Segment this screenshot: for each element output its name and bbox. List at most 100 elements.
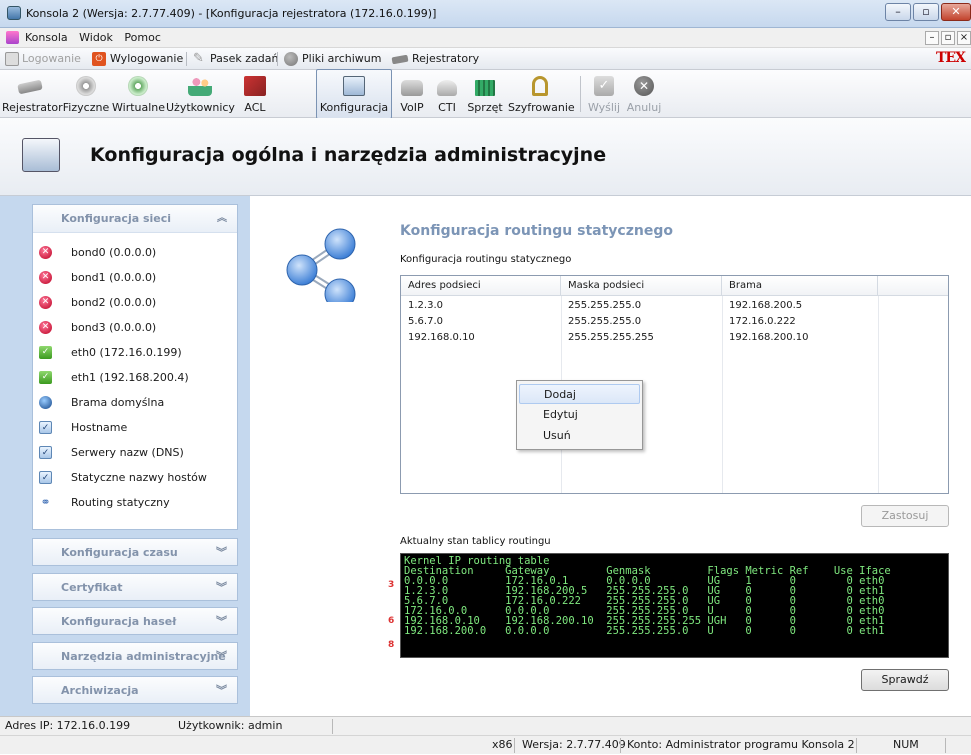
tool-wyslij[interactable]: ✓ Wyślij: [586, 70, 622, 118]
sidebar-section-certificate[interactable]: Certyfikat ︾: [32, 573, 238, 601]
tool-fizyczne[interactable]: Fizyczne: [62, 70, 110, 118]
minimize-button[interactable]: –: [885, 3, 911, 21]
config-icon: [343, 76, 365, 96]
tool-cti[interactable]: CTI: [432, 70, 462, 118]
page-title: Konfiguracja ogólna i narzędzia administ…: [90, 144, 607, 166]
tool-uzytkownicy[interactable]: Użytkownicy: [166, 70, 235, 118]
table-row[interactable]: 192.168.0.10 255.255.255.255 192.168.200…: [401, 331, 948, 344]
tool-rejestrator[interactable]: Rejestrator: [2, 70, 63, 118]
error-icon: ✕: [39, 246, 52, 259]
status-separator: [332, 719, 333, 734]
login-icon: [5, 52, 19, 66]
config-header-icon: [22, 138, 60, 172]
ok-check-icon: ✓: [39, 371, 52, 384]
tool-label: VoIP: [400, 101, 424, 114]
line-marker: 3: [388, 580, 395, 590]
check-button[interactable]: Sprawdź: [861, 669, 949, 691]
line-marker: 8: [388, 640, 395, 650]
sidebar: Konfiguracja sieci ︽ ✕ bond0 (0.0.0.0) ✕ b…: [0, 196, 250, 716]
menu-app-icon: [6, 31, 19, 44]
routes-table[interactable]: Adres podsieci Maska podsieci Brama 1.2.…: [400, 275, 949, 494]
brand-logo: TEX: [936, 50, 966, 66]
menu-pomoc[interactable]: Pomoc: [124, 28, 160, 47]
menu-bar: Konsola Widok Pomoc – ▫ ×: [0, 28, 971, 48]
line-marker: 6: [388, 616, 395, 626]
tool-szyfrowanie[interactable]: Szyfrowanie: [508, 70, 575, 118]
sidebar-item-label: eth1 (192.168.200.4): [71, 371, 189, 384]
voip-icon: [401, 80, 423, 96]
column-header-gateway[interactable]: Brama: [722, 276, 878, 296]
menu-item-delete[interactable]: Usuń: [519, 426, 640, 446]
cell-mask: 255.255.255.0: [568, 300, 642, 311]
status-separator: [514, 738, 515, 753]
login-button[interactable]: Logowanie: [22, 48, 81, 70]
tool-label: CTI: [438, 101, 456, 114]
sidebar-section-label: Konfiguracja haseł: [61, 615, 177, 628]
sidebar-panel-network: Konfiguracja sieci ︽ ✕ bond0 (0.0.0.0) ✕ b…: [32, 204, 238, 530]
tool-label: Wyślij: [587, 101, 621, 114]
column-header-subnet[interactable]: Adres podsieci: [401, 276, 561, 296]
expand-chevron-icon: ︾: [216, 546, 227, 559]
hardware-icon: [475, 80, 495, 96]
maximize-button[interactable]: ▫: [913, 3, 939, 21]
menu-item-add[interactable]: Dodaj: [519, 384, 640, 404]
document-check-icon: ✓: [39, 471, 52, 484]
status-bar-top: Adres IP: 172.16.0.199 Użytkownik: admin: [0, 716, 971, 735]
cell-gateway: 192.168.200.10: [729, 332, 809, 343]
menu-widok[interactable]: Widok: [79, 28, 113, 47]
sidebar-section-time[interactable]: Konfiguracja czasu ︾: [32, 538, 238, 566]
tool-sprzet[interactable]: Sprzęt: [464, 70, 506, 118]
column-header-empty: [878, 276, 948, 296]
status-separator: [945, 738, 946, 753]
tool-acl[interactable]: ACL: [236, 70, 274, 118]
status-user: Użytkownik: admin: [178, 719, 283, 732]
tool-wirtualne[interactable]: Wirtualne: [112, 70, 165, 118]
recorders-button[interactable]: Rejestratory: [412, 48, 479, 70]
table-row[interactable]: 1.2.3.0 255.255.255.0 192.168.200.5: [401, 299, 948, 312]
sidebar-section-passwords[interactable]: Konfiguracja haseł ︾: [32, 607, 238, 635]
routing-state-label: Aktualny stan tablicy routingu: [400, 536, 551, 547]
menu-item-edit[interactable]: Edytuj: [519, 405, 640, 425]
tool-konfiguracja[interactable]: Konfiguracja: [316, 69, 392, 119]
tool-anuluj[interactable]: ✕ Anuluj: [624, 70, 664, 118]
tool-label: ACL: [244, 101, 266, 114]
sidebar-section-admin-tools[interactable]: Narzędzia administracyjne ︾: [32, 642, 238, 670]
sidebar-section-header[interactable]: Konfiguracja sieci ︽: [33, 205, 237, 233]
archive-files-button[interactable]: Pliki archiwum: [302, 48, 381, 70]
logout-button[interactable]: Wylogowanie: [110, 48, 183, 70]
sidebar-section-label: Narzędzia administracyjne: [61, 650, 226, 663]
app-icon: [7, 6, 21, 20]
menu-konsola[interactable]: Konsola: [25, 28, 68, 47]
expand-chevron-icon: ︾: [216, 615, 227, 628]
taskbar-button[interactable]: Pasek zadań: [210, 48, 278, 70]
cell-gateway: 172.16.0.222: [729, 316, 796, 327]
sidebar-item-label: bond3 (0.0.0.0): [71, 321, 157, 334]
status-account: Konto: Administrator programu Konsola 2: [627, 738, 855, 751]
apply-button[interactable]: Zastosuj: [861, 505, 949, 527]
table-row[interactable]: 5.6.7.0 255.255.255.0 172.16.0.222: [401, 315, 948, 328]
context-menu: Dodaj Edytuj Usuń: [516, 380, 643, 450]
virtual-disk-icon: [128, 76, 148, 96]
tool-voip[interactable]: VoIP: [394, 70, 430, 118]
terminal-line: 192.168.200.0 0.0.0.0 255.255.255.0 U 0 …: [404, 625, 885, 637]
sidebar-item-label: Brama domyślna: [71, 396, 165, 409]
logout-icon: ⏻: [92, 52, 106, 66]
sidebar-section-archiving[interactable]: Archiwizacja ︾: [32, 676, 238, 704]
sidebar-section-label: Certyfikat: [61, 581, 123, 594]
tool-label: Szyfrowanie: [508, 101, 575, 114]
column-header-mask[interactable]: Maska podsieci: [561, 276, 722, 296]
sidebar-section-label: Archiwizacja: [61, 684, 139, 697]
mdi-close-button[interactable]: ×: [957, 31, 971, 45]
status-version: Wersja: 2.7.77.409: [522, 738, 626, 751]
window-title: Konsola 2 (Wersja: 2.7.77.409) - [Konfig…: [26, 7, 437, 20]
sidebar-item-label: Hostname: [71, 421, 128, 434]
mdi-minimize-button[interactable]: –: [925, 31, 939, 45]
sidebar-section-label: Konfiguracja czasu: [61, 546, 178, 559]
close-button[interactable]: ✕: [941, 3, 971, 21]
cti-icon: [437, 80, 457, 96]
mdi-restore-button[interactable]: ▫: [941, 31, 955, 45]
ok-check-icon: ✓: [39, 346, 52, 359]
title-bar: Konsola 2 (Wersja: 2.7.77.409) - [Konfig…: [0, 0, 971, 28]
tool-label: Fizyczne: [62, 101, 110, 114]
cell-subnet: 192.168.0.10: [408, 332, 475, 343]
